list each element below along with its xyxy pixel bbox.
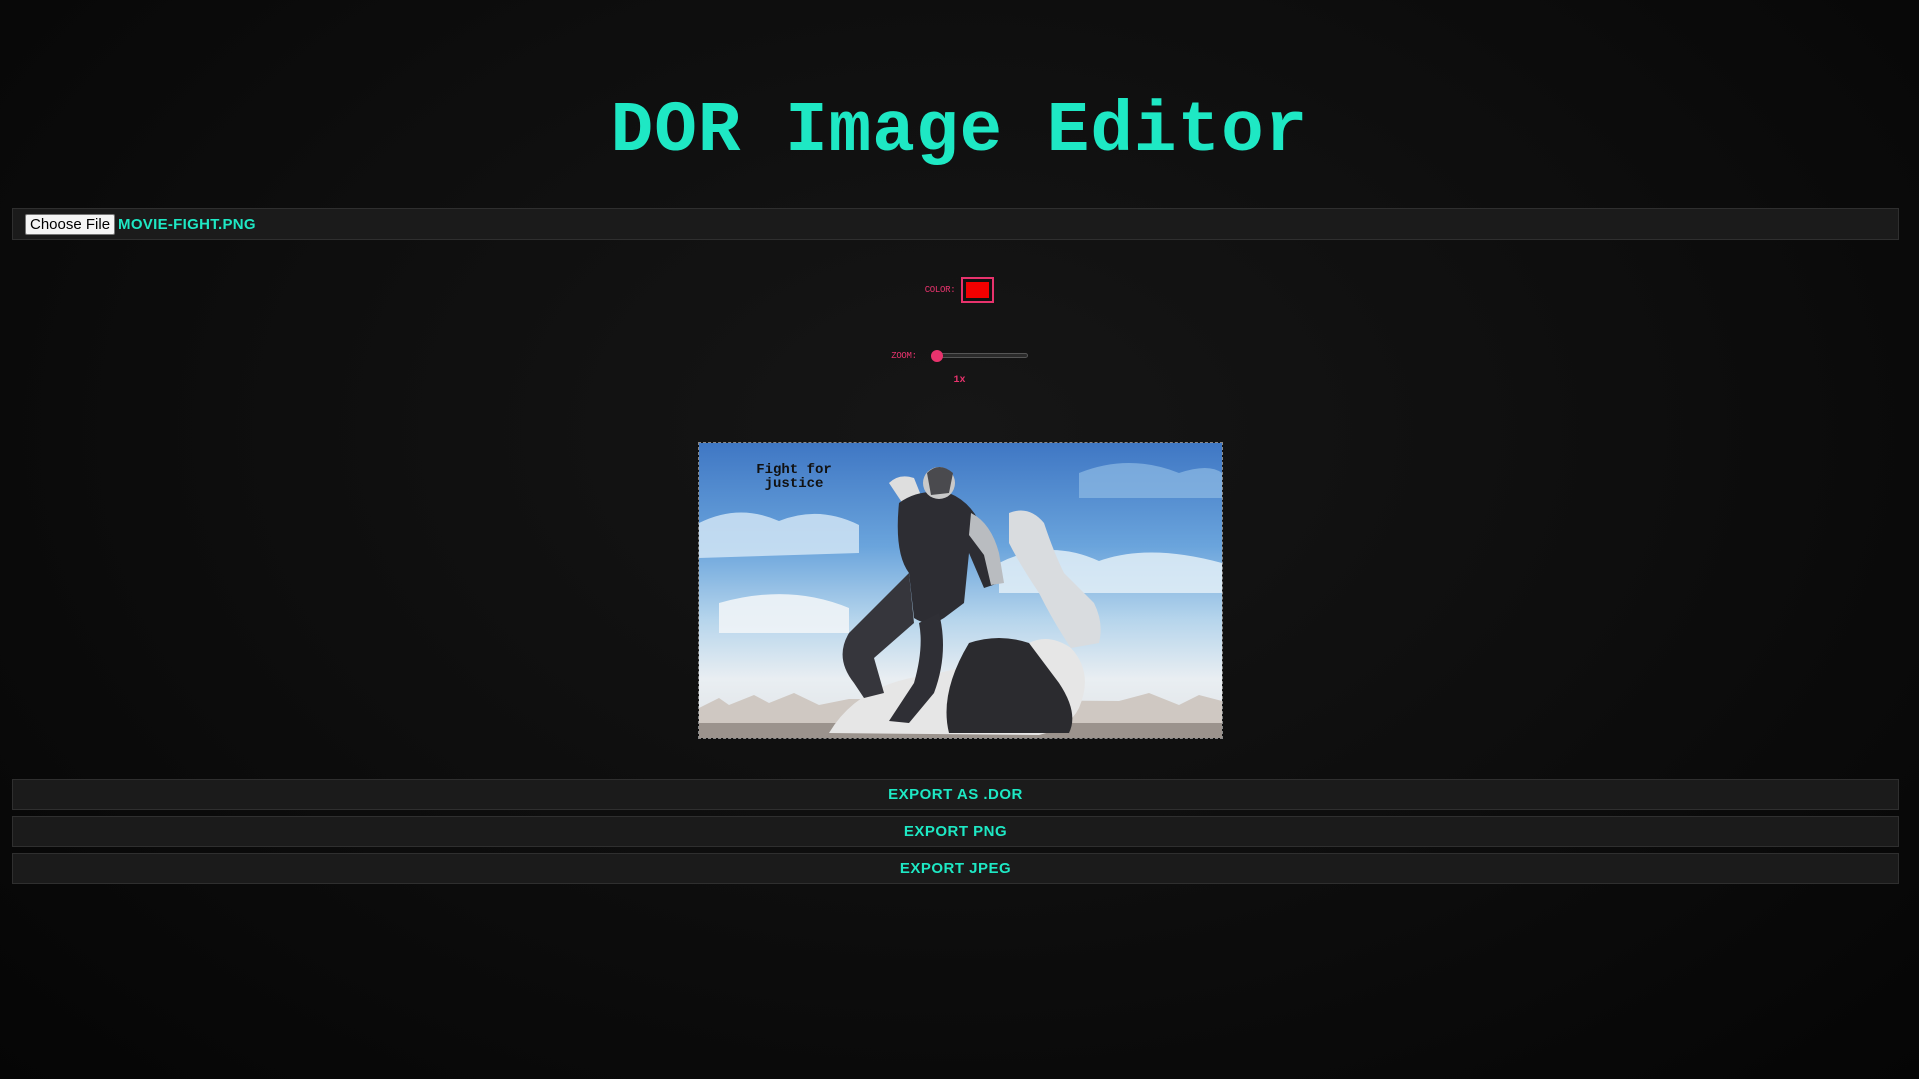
- color-swatch: [966, 282, 990, 298]
- export-jpeg-button[interactable]: EXPORT JPEG: [12, 853, 1899, 884]
- zoom-slider-thumb[interactable]: [930, 350, 943, 362]
- app-title: DOR Image Editor: [610, 92, 1309, 172]
- zoom-value: 1x: [953, 375, 966, 386]
- export-dor-button[interactable]: EXPORT AS .DOR: [12, 779, 1899, 810]
- color-control: COLOR:: [0, 277, 1919, 303]
- image-caption-line2: justice: [765, 476, 824, 492]
- zoom-slider[interactable]: [930, 347, 1028, 365]
- zoom-control: ZOOM:: [0, 347, 1919, 365]
- color-label: COLOR:: [924, 285, 956, 295]
- choose-file-button[interactable]: Choose File: [25, 213, 116, 235]
- export-png-button[interactable]: EXPORT PNG: [12, 816, 1899, 847]
- image-canvas[interactable]: Fight for justice: [698, 442, 1223, 739]
- color-picker-input[interactable]: [961, 277, 995, 303]
- selected-file-name: MOVIE-FIGHT.PNG: [118, 215, 256, 233]
- movie-fight-image: Fight for justice: [699, 443, 1222, 738]
- zoom-label: ZOOM:: [891, 351, 917, 361]
- file-input-bar: Choose File MOVIE-FIGHT.PNG: [12, 208, 1899, 240]
- zoom-slider-track: [930, 353, 1028, 358]
